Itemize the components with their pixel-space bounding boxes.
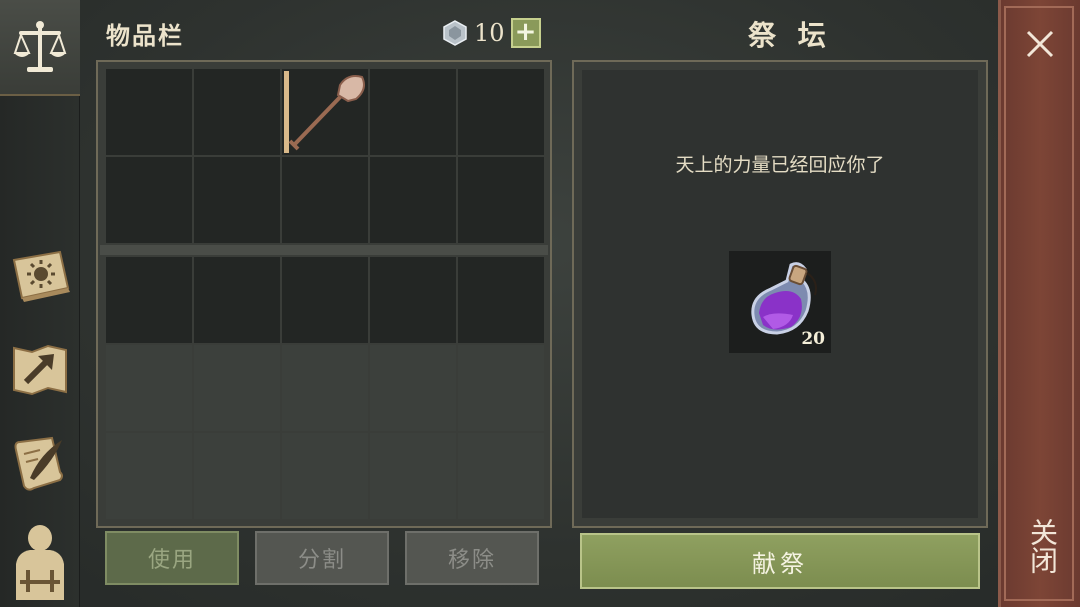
tab-trade[interactable] bbox=[0, 0, 80, 96]
backpack-slot[interactable] bbox=[106, 257, 192, 343]
inventory-title: 物品栏 bbox=[106, 22, 184, 50]
silver-gem-icon bbox=[443, 20, 467, 46]
inventory-slot[interactable] bbox=[282, 157, 368, 243]
close-label: 关闭 bbox=[1026, 518, 1059, 574]
hotbar-grid bbox=[106, 69, 544, 243]
locked-slot bbox=[370, 345, 456, 431]
backpack-slot[interactable] bbox=[194, 257, 280, 343]
locked-slot bbox=[194, 433, 280, 519]
locked-slot bbox=[370, 433, 456, 519]
plus-icon: + bbox=[514, 17, 537, 47]
shovel-icon bbox=[284, 71, 365, 153]
tab-map[interactable] bbox=[0, 338, 80, 402]
inventory-slot[interactable] bbox=[194, 69, 280, 155]
locked-slot bbox=[458, 345, 544, 431]
close-icon[interactable] bbox=[1020, 24, 1060, 64]
remove-button[interactable]: 移除 bbox=[405, 531, 539, 585]
inventory-slot[interactable] bbox=[458, 157, 544, 243]
offering-slot[interactable]: 20 bbox=[729, 251, 831, 353]
backpack-slot[interactable] bbox=[282, 257, 368, 343]
backpack-slot[interactable] bbox=[458, 257, 544, 343]
locked-slot bbox=[106, 433, 192, 519]
split-button[interactable]: 分割 bbox=[255, 531, 389, 585]
tab-quests[interactable] bbox=[0, 432, 80, 496]
sacrifice-button[interactable]: 献祭 bbox=[580, 533, 980, 589]
locked-slot bbox=[282, 345, 368, 431]
sun-book-icon bbox=[12, 250, 70, 302]
inventory-slot[interactable] bbox=[370, 157, 456, 243]
locked-slot bbox=[282, 433, 368, 519]
locked-slot bbox=[458, 433, 544, 519]
currency-display: 10 + bbox=[442, 17, 541, 49]
backpack-grid bbox=[106, 257, 544, 519]
inventory-slot[interactable] bbox=[370, 69, 456, 155]
altar-message: 天上的力量已经回应你了 bbox=[675, 154, 885, 176]
locked-slot bbox=[106, 345, 192, 431]
add-currency-button[interactable]: + bbox=[510, 17, 541, 48]
sidebar bbox=[0, 0, 80, 607]
altar-title: 祭 坛 bbox=[748, 19, 832, 52]
inventory-slot-shovel[interactable] bbox=[282, 69, 368, 155]
offering-quantity: 20 bbox=[801, 329, 825, 349]
tab-character[interactable] bbox=[0, 518, 80, 606]
inventory-slot[interactable] bbox=[106, 157, 192, 243]
use-button[interactable]: 使用 bbox=[105, 531, 239, 585]
inventory-slot[interactable] bbox=[458, 69, 544, 155]
close-panel[interactable] bbox=[998, 0, 1080, 607]
map-arrow-icon bbox=[13, 344, 67, 396]
inventory-slot[interactable] bbox=[194, 157, 280, 243]
character-silhouette-icon bbox=[16, 525, 64, 600]
scales-icon bbox=[13, 21, 67, 72]
currency-count: 10 bbox=[474, 19, 505, 47]
inventory-slot[interactable] bbox=[106, 69, 192, 155]
tab-skills[interactable] bbox=[0, 244, 80, 308]
backpack-slot[interactable] bbox=[370, 257, 456, 343]
locked-slot bbox=[194, 345, 280, 431]
grid-divider bbox=[100, 245, 548, 255]
quill-scroll-icon bbox=[14, 436, 63, 491]
